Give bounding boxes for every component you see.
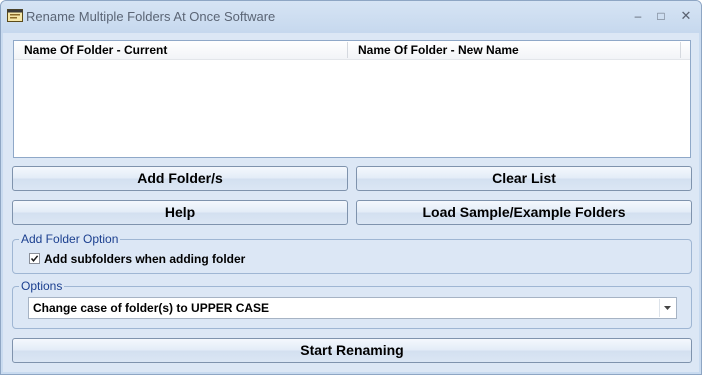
column-header-current[interactable]: Name Of Folder - Current (14, 41, 347, 59)
window-title: Rename Multiple Folders At Once Software (26, 9, 276, 24)
options-legend: Options (19, 279, 65, 293)
column-header-new-name[interactable]: Name Of Folder - New Name (348, 41, 680, 59)
clear-list-button[interactable]: Clear List (356, 166, 692, 191)
app-window: Rename Multiple Folders At Once Software… (0, 0, 702, 375)
chevron-down-icon (664, 306, 671, 310)
minimize-button[interactable]: – (627, 7, 649, 25)
app-icon (7, 9, 23, 22)
close-button[interactable]: ✕ (675, 7, 697, 25)
help-button[interactable]: Help (12, 200, 348, 225)
add-folders-button[interactable]: Add Folder/s (12, 166, 348, 191)
maximize-button[interactable]: □ (650, 7, 672, 25)
load-sample-folders-button[interactable]: Load Sample/Example Folders (356, 200, 692, 225)
dropdown-arrow[interactable] (659, 299, 675, 317)
subfolders-checkbox[interactable] (29, 253, 40, 264)
title-bar[interactable]: Rename Multiple Folders At Once Software… (1, 1, 701, 33)
check-icon (30, 255, 39, 262)
add-folder-option-group: Add Folder Option Add subfolders when ad… (12, 232, 692, 274)
client-area: Name Of Folder - Current Name Of Folder … (3, 33, 699, 372)
add-folder-option-legend: Add Folder Option (19, 232, 121, 246)
start-renaming-button[interactable]: Start Renaming (12, 338, 692, 363)
column-divider[interactable] (680, 42, 681, 58)
list-header: Name Of Folder - Current Name Of Folder … (14, 41, 690, 60)
folder-list[interactable]: Name Of Folder - Current Name Of Folder … (13, 40, 691, 158)
rename-option-selected: Change case of folder(s) to UPPER CASE (33, 301, 270, 315)
rename-option-dropdown[interactable]: Change case of folder(s) to UPPER CASE (28, 297, 677, 319)
subfolders-checkbox-label[interactable]: Add subfolders when adding folder (44, 252, 245, 266)
options-group: Options Change case of folder(s) to UPPE… (12, 279, 692, 329)
